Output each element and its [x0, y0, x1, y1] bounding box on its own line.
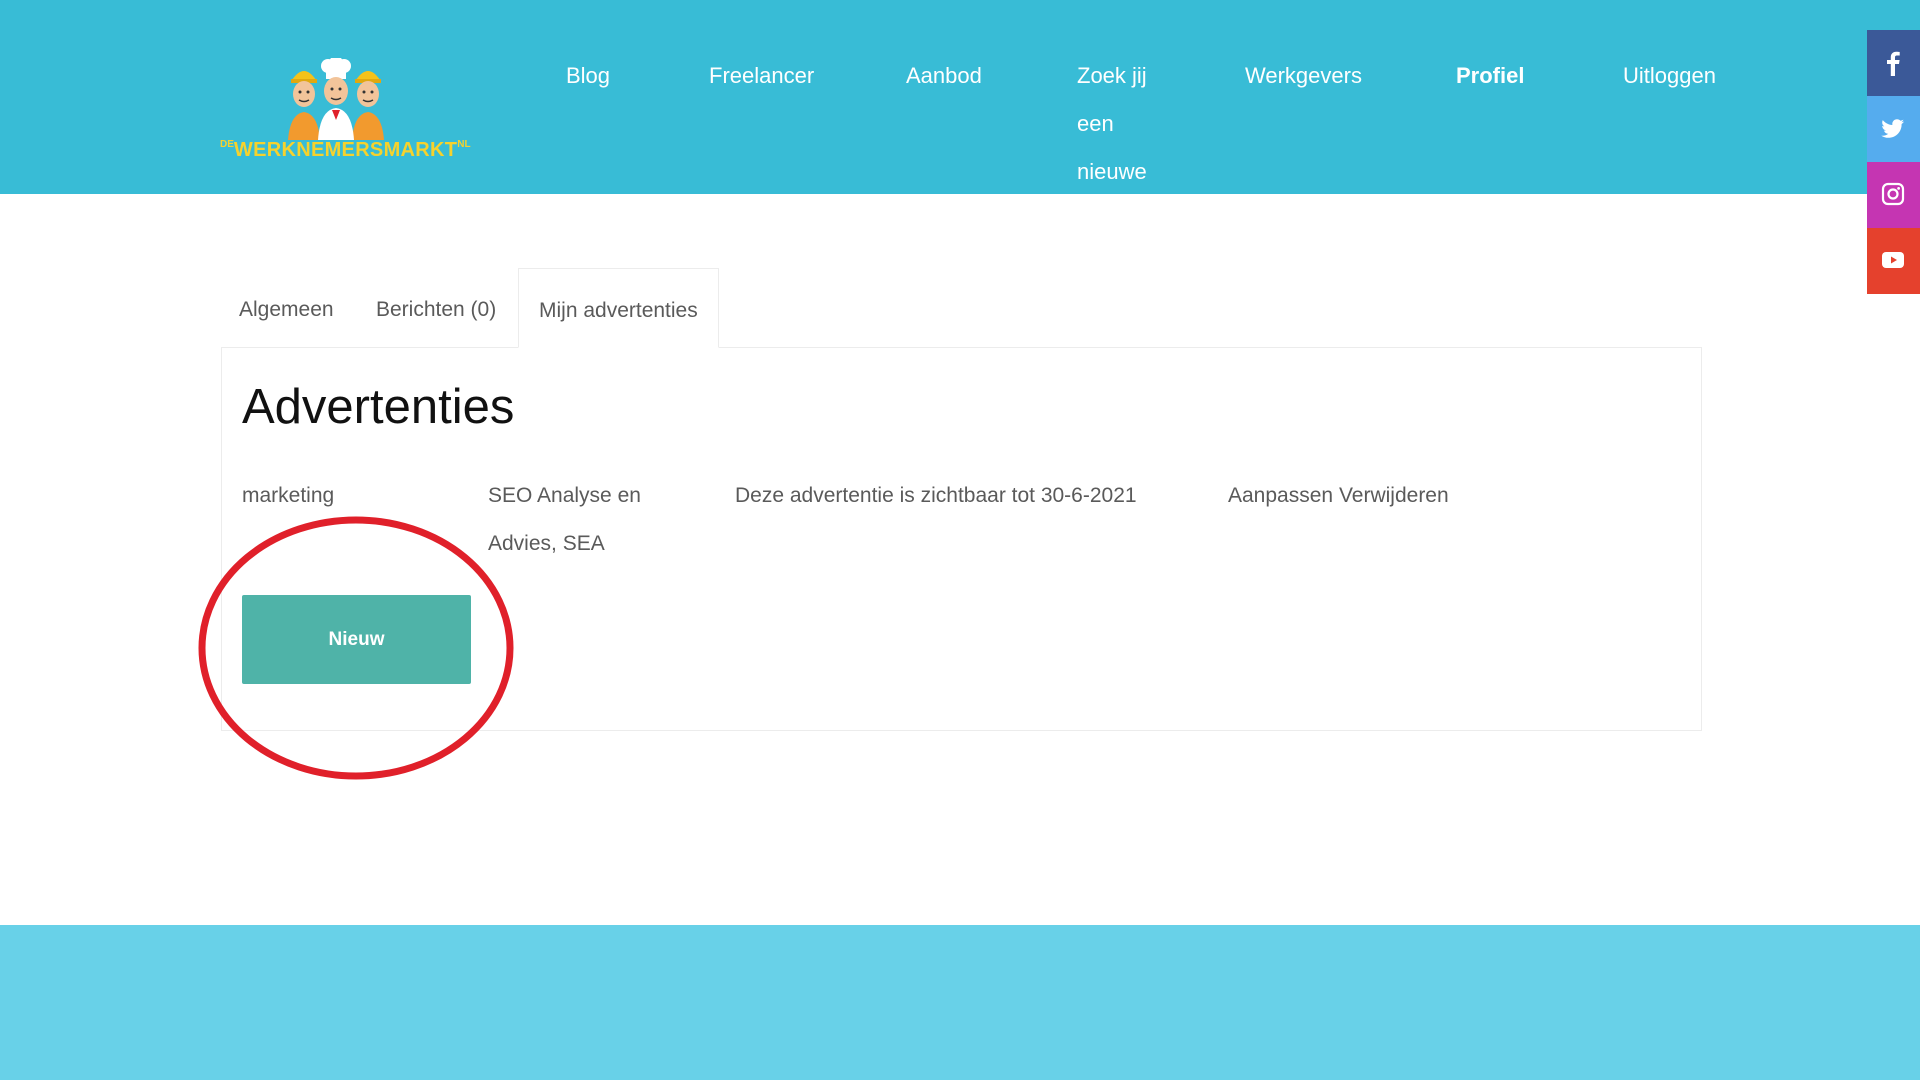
- youtube-link[interactable]: [1867, 228, 1920, 294]
- page-title: Advertenties: [242, 380, 515, 434]
- instagram-icon: [1881, 182, 1905, 206]
- delete-ad-link[interactable]: Verwijderen: [1339, 484, 1449, 507]
- nav-profiel[interactable]: Profiel: [1456, 52, 1524, 100]
- site-header: DEWERKNEMERSMARKTNL Blog Freelancer Aanb…: [0, 0, 1920, 194]
- tab-algemeen[interactable]: Algemeen: [239, 268, 334, 348]
- nav-uitloggen[interactable]: Uitloggen: [1623, 52, 1716, 100]
- nav-blog[interactable]: Blog: [566, 52, 610, 100]
- ad-visibility: Deze advertentie is zichtbaar tot 30-6-2…: [735, 484, 1137, 507]
- nav-aanbod[interactable]: Aanbod: [906, 52, 982, 100]
- advertenties-panel: Advertenties marketing SEO Analyse en Ad…: [221, 347, 1702, 731]
- nav-zoek-jij-een-nieuwe[interactable]: Zoek jij een nieuwe: [1077, 52, 1157, 196]
- edit-ad-link[interactable]: Aanpassen: [1228, 484, 1333, 507]
- ad-actions: Aanpassen Verwijderen: [1228, 472, 1528, 520]
- instagram-link[interactable]: [1867, 162, 1920, 228]
- site-logo[interactable]: DEWERKNEMERSMARKTNL: [220, 58, 471, 164]
- ad-title: SEO Analyse en Advies, SEA: [488, 484, 641, 555]
- twitter-icon: [1881, 119, 1904, 138]
- logo-wordmark: DEWERKNEMERSMARKTNL: [220, 139, 471, 161]
- new-ad-button[interactable]: Nieuw: [242, 595, 471, 684]
- site-footer: [0, 925, 1920, 1080]
- nav-freelancer[interactable]: Freelancer: [709, 52, 814, 100]
- tab-mijn-advertenties[interactable]: Mijn advertenties: [518, 268, 719, 348]
- youtube-icon: [1882, 252, 1904, 268]
- ad-category: marketing: [242, 484, 335, 507]
- nav-werkgevers[interactable]: Werkgevers: [1245, 52, 1362, 100]
- facebook-icon: [1887, 51, 1900, 76]
- workers-mascot-icon: [288, 58, 384, 140]
- facebook-link[interactable]: [1867, 30, 1920, 96]
- tab-berichten[interactable]: Berichten (0): [376, 268, 496, 348]
- twitter-link[interactable]: [1867, 96, 1920, 162]
